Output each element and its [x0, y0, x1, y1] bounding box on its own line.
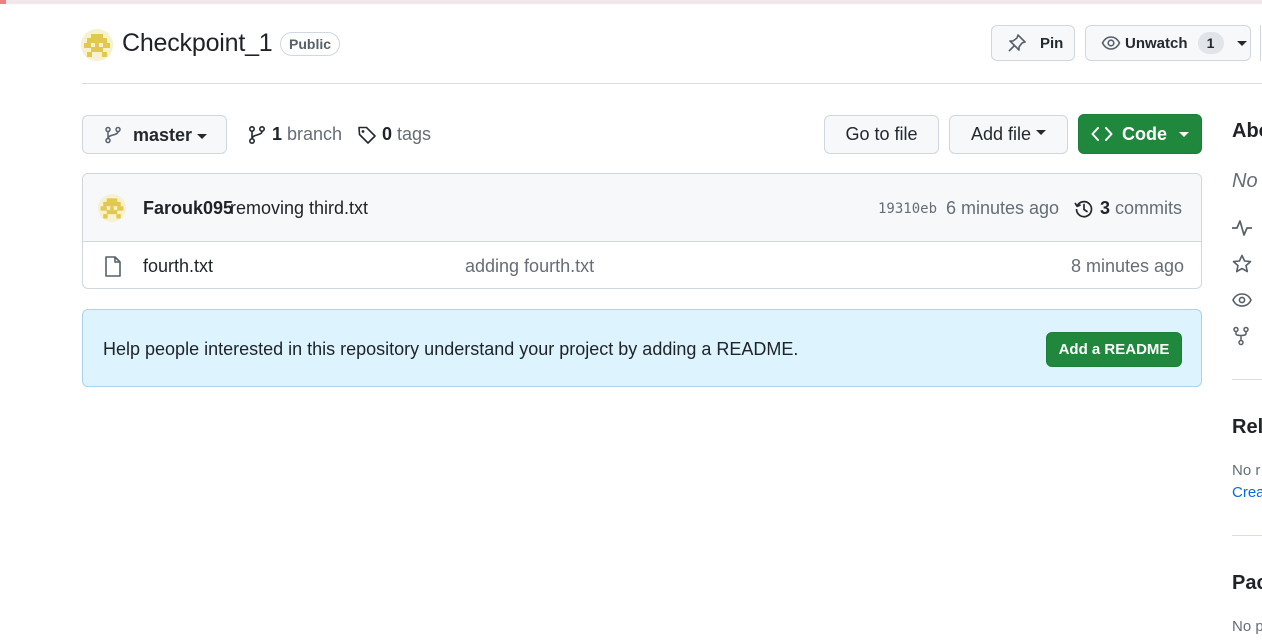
- packages-heading[interactable]: Pac: [1232, 572, 1262, 595]
- git-branch-icon: [248, 125, 266, 145]
- add-file-label: Add file: [970, 124, 1032, 144]
- top-border-accent: [0, 0, 6, 4]
- branch-word: branch: [287, 124, 343, 144]
- repo-owner-avatar[interactable]: [81, 29, 113, 61]
- releases-heading[interactable]: Rele: [1232, 416, 1262, 439]
- commit-message-link[interactable]: removing third.txt: [230, 198, 368, 219]
- commit-sha-link[interactable]: 19310eb: [878, 201, 937, 217]
- add-readme-label: Add a README: [1058, 341, 1170, 358]
- forks-icon[interactable]: [1232, 326, 1252, 346]
- commit-count: 3: [1100, 198, 1111, 218]
- watch-count-badge: 1: [1197, 32, 1224, 54]
- tag-icon: [357, 125, 377, 145]
- code-label: Code: [1122, 123, 1167, 144]
- tags-link[interactable]: 0 tags: [357, 124, 431, 145]
- readme-banner: Help people interested in this repositor…: [82, 309, 1202, 387]
- about-description: No: [1232, 170, 1258, 192]
- branch-count: 1: [272, 124, 283, 144]
- sidebar-divider: [1232, 535, 1262, 536]
- tag-count: 0: [382, 124, 393, 144]
- branch-caret-icon: [197, 134, 207, 139]
- add-file-caret-icon: [1036, 130, 1047, 135]
- code-button[interactable]: Code: [1078, 114, 1202, 154]
- pin-button[interactable]: Pin: [991, 25, 1075, 61]
- header-divider: [82, 83, 1262, 84]
- packages-empty-text: No p: [1232, 618, 1262, 635]
- latest-commit-row: Farouk095 removing third.txt 19310eb 6 m…: [83, 174, 1201, 242]
- top-border: [0, 0, 1262, 5]
- branches-link[interactable]: 1 branch: [248, 124, 342, 145]
- create-release-link[interactable]: Crea: [1232, 484, 1262, 501]
- branch-select-button[interactable]: master: [82, 115, 227, 154]
- repo-name[interactable]: Checkpoint_1: [122, 29, 273, 58]
- file-commit-message-link[interactable]: adding fourth.txt: [465, 256, 594, 277]
- go-to-file-button[interactable]: Go to file: [824, 115, 939, 154]
- file-row[interactable]: fourth.txt adding fourth.txt 8 minutes a…: [83, 242, 1201, 288]
- identicon-avatar-icon: [81, 29, 113, 61]
- unwatch-button[interactable]: Unwatch 1: [1085, 25, 1251, 61]
- eye-icon: [1101, 33, 1121, 53]
- commit-author-link[interactable]: Farouk095: [143, 198, 233, 219]
- commits-history-link[interactable]: 3 commits: [1074, 198, 1182, 219]
- file-commit-time: 8 minutes ago: [1071, 256, 1185, 276]
- unwatch-label: Unwatch: [1125, 34, 1188, 52]
- about-heading: Abo: [1232, 120, 1262, 142]
- pin-icon: [1007, 33, 1027, 53]
- watchers-eye-icon[interactable]: [1232, 291, 1252, 309]
- identicon-avatar-icon: [98, 194, 126, 222]
- code-caret-icon: [1179, 131, 1189, 137]
- current-branch-name: master: [133, 125, 193, 145]
- code-icon: [1091, 126, 1113, 142]
- add-readme-button[interactable]: Add a README: [1046, 332, 1182, 367]
- star-icon[interactable]: [1232, 254, 1252, 274]
- readme-banner-text: Help people interested in this repositor…: [103, 339, 799, 359]
- tag-word: tags: [397, 124, 432, 144]
- commit-time: 6 minutes ago: [946, 198, 1060, 218]
- activity-pulse-icon[interactable]: [1232, 219, 1252, 237]
- visibility-badge: Public: [280, 32, 341, 56]
- file-icon: [104, 256, 122, 277]
- sidebar-divider: [1232, 379, 1262, 380]
- commit-word: commits: [1115, 198, 1183, 218]
- history-icon: [1074, 199, 1094, 219]
- commit-author-avatar[interactable]: [98, 194, 126, 222]
- file-name-link[interactable]: fourth.txt: [143, 256, 213, 277]
- pin-label: Pin: [1040, 34, 1064, 52]
- releases-empty-text: No r: [1232, 462, 1261, 479]
- git-branch-icon: [104, 126, 122, 144]
- go-to-file-label: Go to file: [845, 124, 918, 144]
- file-table: Farouk095 removing third.txt 19310eb 6 m…: [82, 173, 1202, 289]
- add-file-button[interactable]: Add file: [949, 115, 1068, 154]
- watch-dropdown-caret-icon[interactable]: [1236, 40, 1247, 46]
